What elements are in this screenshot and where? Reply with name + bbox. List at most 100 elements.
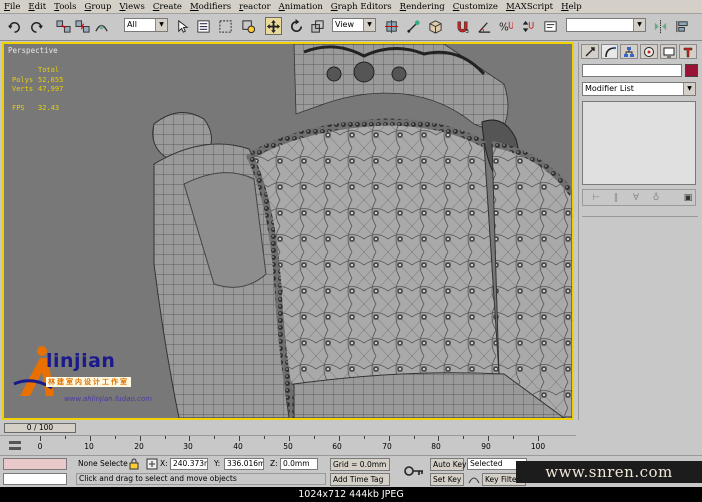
- select-and-link-button[interactable]: [55, 17, 72, 35]
- named-selection-sets-dropdown[interactable]: ▼: [566, 18, 646, 32]
- svg-text:%: %: [499, 21, 509, 33]
- mirror-button[interactable]: [652, 17, 669, 35]
- configure-modifier-sets-button[interactable]: ▣: [681, 191, 695, 204]
- key-icon[interactable]: [404, 464, 424, 478]
- frame-tick: [338, 436, 340, 441]
- align-button[interactable]: [674, 17, 691, 35]
- grid-size-display: Grid = 0.0mm: [330, 458, 390, 471]
- menu-views[interactable]: Views: [115, 2, 148, 12]
- menu-maxscript[interactable]: MAXScript: [502, 2, 557, 12]
- y-coordinate-field[interactable]: 336.016mm: [224, 458, 264, 470]
- window-crossing-button[interactable]: [240, 17, 257, 35]
- frame-tick: [139, 436, 141, 441]
- motion-tab[interactable]: [640, 44, 658, 59]
- motion-icon: [643, 46, 654, 57]
- rectangular-selection-button[interactable]: [217, 17, 234, 35]
- create-tab[interactable]: [581, 44, 599, 59]
- menu-reactor[interactable]: reactor: [235, 2, 275, 12]
- select-and-scale-button[interactable]: [309, 17, 326, 35]
- object-name-field[interactable]: [582, 64, 682, 77]
- select-and-move-button[interactable]: [265, 17, 282, 35]
- magnet-icon: 3: [457, 21, 469, 34]
- display-tab[interactable]: [659, 44, 678, 59]
- show-end-result-button[interactable]: ‖: [609, 191, 623, 204]
- hierarchy-tab[interactable]: [620, 44, 639, 59]
- frame-tick: [164, 436, 166, 439]
- maxscript-listener-mini[interactable]: [3, 458, 67, 470]
- manipulate-icon: [407, 19, 420, 33]
- select-and-rotate-button[interactable]: [288, 17, 305, 35]
- frame-tick: [363, 436, 365, 439]
- frame-tick: [513, 436, 515, 439]
- align-icon: [676, 20, 688, 32]
- parameters-rollout: [582, 216, 698, 417]
- viewport-label[interactable]: Perspective: [8, 46, 58, 55]
- menu-graph-editors[interactable]: Graph Editors: [327, 2, 396, 12]
- edit-named-selection-button[interactable]: [542, 17, 559, 35]
- frame-label-80: 80: [431, 442, 441, 451]
- pin-stack-button[interactable]: ⊢: [589, 191, 603, 204]
- logo-url: www.ahlinjian.fudao.com: [64, 395, 152, 403]
- modifier-list-dropdown[interactable]: Modifier List ▼: [582, 82, 696, 96]
- perspective-viewport[interactable]: Perspective Total Polys 52,655 Verts 47,99…: [2, 42, 574, 420]
- add-time-tag-button[interactable]: Add Time Tag: [330, 473, 390, 486]
- key-filter-icon[interactable]: [468, 473, 480, 485]
- frame-tick: [264, 436, 266, 439]
- remove-modifier-button[interactable]: ♁: [649, 191, 663, 204]
- menu-rendering[interactable]: Rendering: [396, 2, 449, 12]
- absolute-mode-icon[interactable]: [146, 458, 158, 470]
- track-bar[interactable]: 0 10 20 30 40 50 60 70 80 90 100: [0, 435, 576, 456]
- mini-curve-editor-icon[interactable]: [8, 439, 22, 453]
- select-object-button[interactable]: [174, 17, 191, 35]
- frame-label-10: 10: [84, 442, 94, 451]
- make-unique-button[interactable]: ∀: [629, 191, 643, 204]
- menu-modifiers[interactable]: Modifiers: [186, 2, 235, 12]
- modifier-list-label: Modifier List: [585, 84, 634, 93]
- bind-space-warp-button[interactable]: [93, 17, 110, 35]
- undo-button[interactable]: [6, 17, 23, 35]
- utilities-tab[interactable]: [679, 44, 698, 59]
- frame-label-90: 90: [481, 442, 491, 451]
- maxscript-result-field[interactable]: [3, 473, 67, 485]
- reference-coordinate-dropdown[interactable]: View ▼: [332, 18, 376, 32]
- reference-coordinate-value: View: [335, 20, 354, 29]
- unlink-button[interactable]: [74, 17, 91, 35]
- menu-tools[interactable]: Tools: [50, 2, 80, 12]
- menu-edit[interactable]: Edit: [24, 2, 50, 12]
- keyboard-shortcut-toggle-button[interactable]: [427, 17, 444, 35]
- menu-group[interactable]: Group: [81, 2, 116, 12]
- menu-customize[interactable]: Customize: [449, 2, 502, 12]
- hierarchy-icon: [624, 46, 635, 57]
- menu-help[interactable]: Help: [557, 2, 586, 12]
- modify-tab[interactable]: [600, 44, 619, 59]
- x-coordinate-field[interactable]: 240.373mm: [170, 458, 208, 470]
- auto-key-button[interactable]: Auto Key: [430, 458, 466, 471]
- menu-animation[interactable]: Animation: [275, 2, 327, 12]
- modifier-stack[interactable]: [582, 101, 696, 185]
- spinner-snap-toggle-button[interactable]: [518, 17, 535, 35]
- time-slider[interactable]: 0 / 100: [0, 422, 702, 434]
- selection-filter-dropdown[interactable]: All ▼: [124, 18, 168, 32]
- set-key-button[interactable]: Set Key: [430, 473, 464, 486]
- frame-label-100: 100: [530, 442, 546, 451]
- selection-count: None Selecte: [78, 459, 128, 468]
- lock-icon[interactable]: [128, 458, 140, 470]
- frame-tick: [40, 436, 41, 441]
- select-by-name-button[interactable]: [195, 17, 212, 35]
- snaps-toggle-button[interactable]: 3: [454, 17, 471, 35]
- angle-snap-toggle-button[interactable]: [476, 17, 493, 35]
- frame-tick: [214, 436, 216, 439]
- undo-icon: [7, 21, 20, 33]
- select-and-manipulate-button[interactable]: [405, 17, 422, 35]
- scale-icon: [311, 19, 324, 33]
- object-color-swatch[interactable]: [685, 64, 698, 77]
- percent-snap-toggle-button[interactable]: %: [497, 17, 514, 35]
- redo-button[interactable]: [28, 17, 45, 35]
- time-slider-thumb[interactable]: 0 / 100: [4, 423, 76, 433]
- menu-file[interactable]: File: [0, 2, 24, 12]
- mirror-icon: [654, 19, 667, 33]
- make-unique-icon: ∀: [632, 192, 640, 203]
- z-coordinate-field[interactable]: 0.0mm: [280, 458, 318, 470]
- menu-create[interactable]: Create: [149, 2, 186, 12]
- use-pivot-center-button[interactable]: [384, 17, 401, 35]
